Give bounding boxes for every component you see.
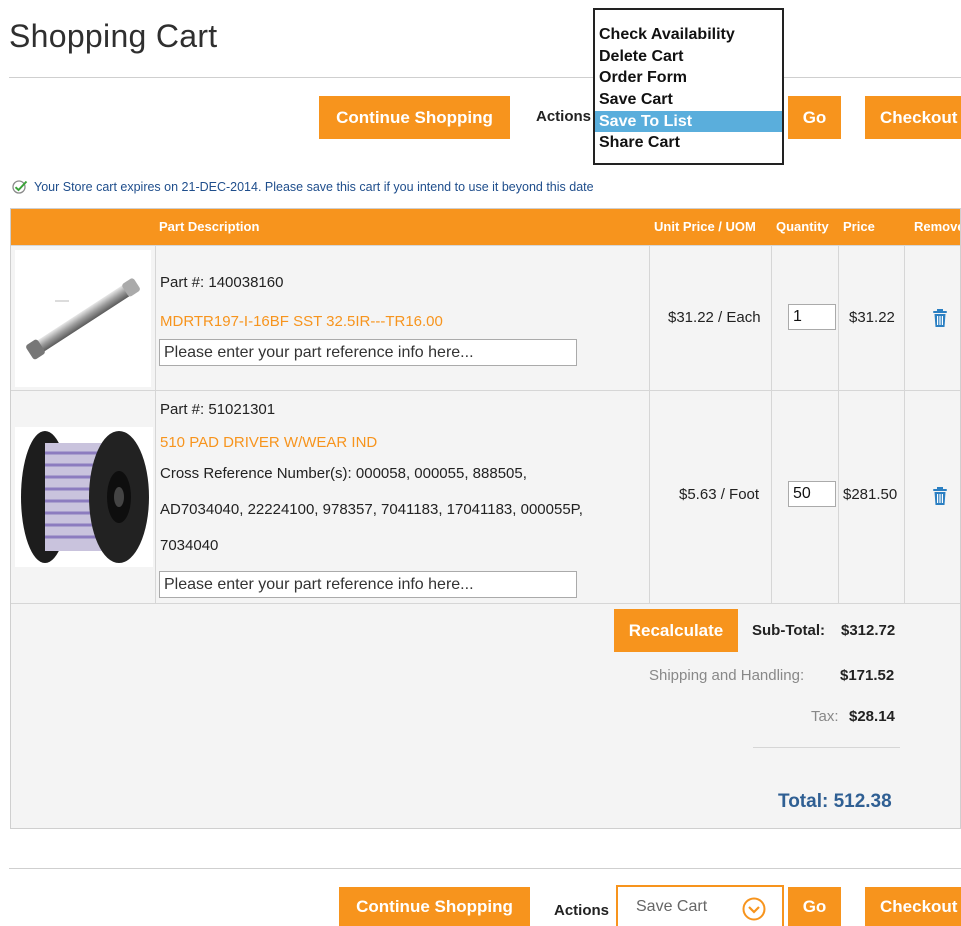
go-button[interactable]: Go	[788, 96, 841, 139]
divider	[9, 868, 961, 869]
total: Total: 512.38	[778, 791, 892, 812]
unit-price: $5.63 / Foot	[679, 486, 760, 503]
line-price: $281.50	[843, 486, 898, 503]
notice-text: Your Store cart expires on 21-DEC-2014. …	[34, 180, 594, 194]
pad-driver-image	[21, 431, 149, 563]
product-image-rod[interactable]	[15, 250, 151, 387]
table-row: Part #: 51021301 510 PAD DRIVER W/WEAR I…	[11, 390, 960, 604]
tax-value: $28.14	[849, 708, 895, 725]
line-price: $31.22	[849, 309, 895, 326]
checkout-button-bottom[interactable]: Checkout	[865, 887, 961, 926]
header-unit-price: Unit Price / UOM	[654, 219, 756, 234]
continue-shopping-button-bottom[interactable]: Continue Shopping	[339, 887, 530, 926]
checkmark-icon	[12, 180, 28, 194]
product-image-reel[interactable]	[15, 427, 153, 567]
option-share-cart[interactable]: Share Cart	[595, 132, 782, 154]
actions-label: Actions	[536, 108, 592, 125]
actions-select-value: Save Cart	[636, 897, 708, 915]
part-name-link[interactable]: 510 PAD DRIVER W/WEAR IND	[160, 434, 377, 451]
page-title: Shopping Cart	[9, 18, 218, 54]
unit-price: $31.22 / Each	[668, 309, 761, 326]
continue-shopping-button[interactable]: Continue Shopping	[319, 96, 510, 139]
subtotal-value: $312.72	[841, 622, 896, 639]
part-reference-input[interactable]	[159, 571, 577, 598]
cross-reference-line: 7034040	[160, 537, 219, 554]
part-name-link[interactable]: MDRTR197-I-16BF SST 32.5IR---TR16.00	[160, 313, 443, 330]
cross-reference-line: AD7034040, 22224100, 978357, 7041183, 17…	[160, 501, 583, 518]
actions-label-bottom: Actions	[554, 902, 610, 919]
cross-reference-text: Cross Reference Number(s): 000058, 00005…	[160, 456, 583, 564]
chevron-down-icon	[742, 897, 766, 921]
actions-select[interactable]: Save Cart	[616, 885, 784, 926]
table-header: Part Description Unit Price / UOM Quanti…	[11, 209, 961, 245]
cart-summary: Recalculate Sub-Total: $312.72 Shipping …	[11, 603, 960, 828]
metal-rod-image	[26, 278, 140, 360]
header-quantity: Quantity	[776, 219, 829, 234]
checkout-button[interactable]: Checkout	[865, 96, 961, 139]
option-check-availability[interactable]: Check Availability	[595, 24, 782, 46]
recalculate-button[interactable]: Recalculate	[614, 609, 738, 652]
actions-dropdown[interactable]: Check Availability Delete Cart Order For…	[593, 8, 784, 165]
cart-table: Part Description Unit Price / UOM Quanti…	[10, 208, 961, 829]
part-number: Part #: 140038160	[160, 274, 284, 291]
shipping-value: $171.52	[840, 667, 895, 684]
cross-reference-line: Cross Reference Number(s): 000058, 00005…	[160, 465, 527, 482]
quantity-input[interactable]	[788, 481, 836, 507]
shipping-label: Shipping and Handling:	[649, 667, 805, 684]
option-order-form[interactable]: Order Form	[595, 67, 782, 89]
quantity-input[interactable]	[788, 304, 836, 330]
header-remove: Remove	[914, 219, 961, 234]
tax-label: Tax:	[811, 708, 839, 725]
summary-divider	[753, 747, 900, 748]
part-number: Part #: 51021301	[160, 401, 276, 418]
go-button-bottom[interactable]: Go	[788, 887, 841, 926]
part-reference-input[interactable]	[159, 339, 577, 366]
option-delete-cart[interactable]: Delete Cart	[595, 46, 782, 68]
header-price: Price	[843, 219, 875, 234]
option-save-cart[interactable]: Save Cart	[595, 89, 782, 111]
trash-icon[interactable]	[932, 486, 948, 506]
subtotal-label: Sub-Total:	[752, 622, 826, 639]
table-row: Part #: 140038160 MDRTR197-I-16BF SST 32…	[11, 245, 960, 391]
trash-icon[interactable]	[932, 308, 948, 328]
divider	[9, 77, 961, 78]
header-part-description: Part Description	[159, 219, 260, 234]
option-save-to-list[interactable]: Save To List	[595, 110, 782, 133]
cart-expiry-notice: Your Store cart expires on 21-DEC-2014. …	[12, 180, 594, 194]
